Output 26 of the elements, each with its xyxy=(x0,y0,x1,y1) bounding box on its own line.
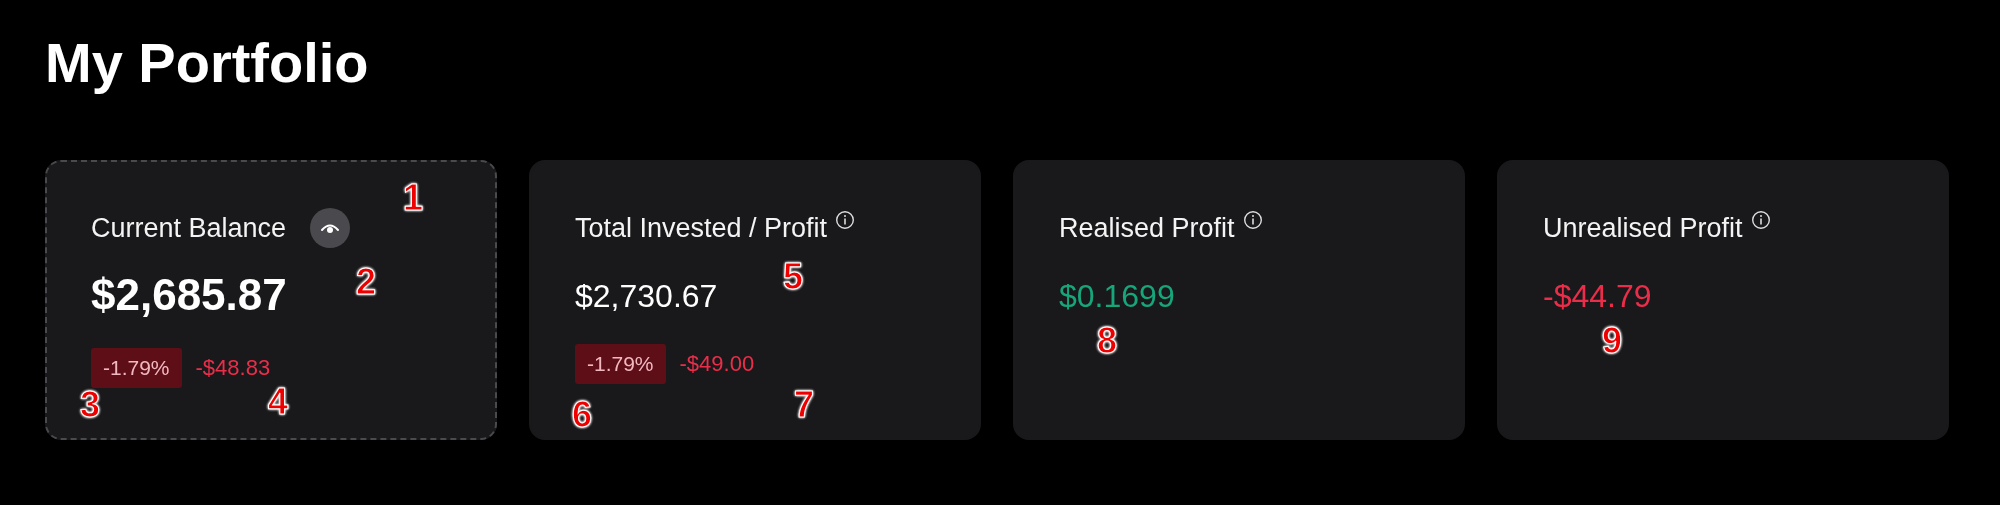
annotation-number: 4 xyxy=(268,382,289,422)
change-amount: -$49.00 xyxy=(679,351,755,377)
eye-button[interactable] xyxy=(310,208,351,248)
annotation-number: 7 xyxy=(794,385,815,425)
card-value: -$44.79 xyxy=(1543,277,1652,316)
annotation-number: 6 xyxy=(572,395,593,435)
annotation-number: 5 xyxy=(783,257,804,297)
info-icon[interactable] xyxy=(1750,210,1771,230)
card-label: Current Balance xyxy=(91,212,287,244)
percent-badge: -1.79% xyxy=(91,348,182,388)
percent-badge: -1.79% xyxy=(575,344,666,384)
annotation-number: 2 xyxy=(356,262,377,302)
page-title: My Portfolio xyxy=(45,30,370,96)
annotation-number: 8 xyxy=(1097,321,1118,361)
change-amount: -$48.83 xyxy=(195,355,271,381)
annotation-number: 9 xyxy=(1602,321,1623,361)
card-value: $2,730.67 xyxy=(575,277,718,316)
card-value: $2,685.87 xyxy=(91,269,287,321)
card-value: $0.1699 xyxy=(1059,277,1175,316)
info-icon[interactable] xyxy=(835,210,856,230)
info-icon[interactable] xyxy=(1242,210,1263,230)
annotation-number: 1 xyxy=(403,178,424,218)
annotation-number: 3 xyxy=(80,385,101,425)
card-label: Total Invested / Profit xyxy=(575,212,828,244)
card-label: Unrealised Profit xyxy=(1543,212,1743,244)
card-label: Realised Profit xyxy=(1059,212,1235,244)
